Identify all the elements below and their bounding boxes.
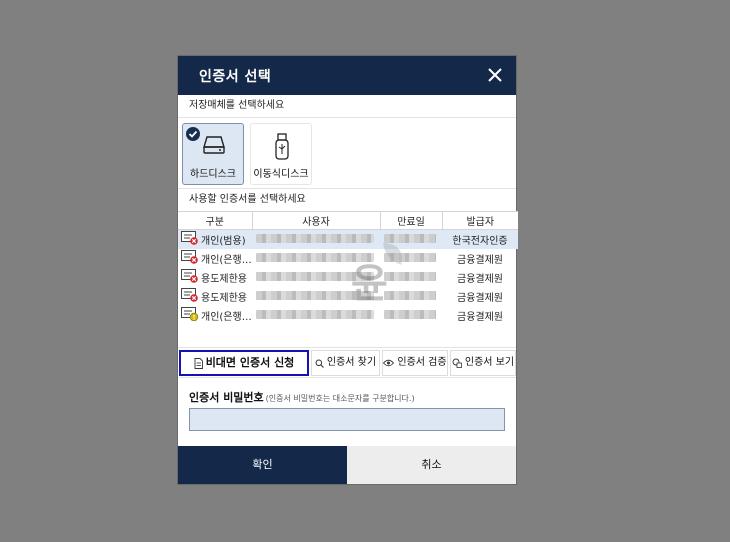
cert-type: 용도제한용 xyxy=(201,292,247,304)
cert-user-redacted xyxy=(252,287,380,306)
media-item-hard-disk[interactable]: 하드디스크 xyxy=(182,123,244,185)
button-label: 비대면 인증서 신청 xyxy=(205,356,295,369)
check-icon xyxy=(186,127,200,141)
cert-type: 개인(은행… xyxy=(201,311,252,323)
certificate-dialog: 인증서 선택 저장매체를 선택하세요 하드디스크 이동식디스크 사용할 인증서를… xyxy=(177,55,518,485)
media-section-label: 저장매체를 선택하세요 xyxy=(189,100,285,111)
cert-error-icon xyxy=(181,287,199,305)
cert-expiry-redacted xyxy=(380,287,442,306)
cert-type: 용도제한용 xyxy=(201,273,247,285)
usb-drive-icon xyxy=(270,133,294,164)
cert-toolbar: 비대면 인증서 신청 인증서 찾기 인증서 검증 인증서 보기 xyxy=(178,348,516,378)
table-row[interactable]: 용도제한용 금융결제원 xyxy=(178,287,518,306)
media-selector: 하드디스크 이동식디스크 xyxy=(178,117,516,189)
cert-expiry-redacted xyxy=(380,229,442,249)
close-icon xyxy=(488,68,502,82)
cert-issuer: 금융결제원 xyxy=(457,311,503,323)
password-hint: (인증서 비밀번호는 대소문자를 구분합니다.) xyxy=(265,394,415,403)
cert-error-icon xyxy=(181,268,199,286)
cert-user-redacted xyxy=(252,306,380,325)
cert-issuer: 금융결제원 xyxy=(457,273,503,285)
media-item-label: 이동식디스크 xyxy=(253,169,309,180)
button-label: 인증서 검증 xyxy=(397,357,447,368)
hard-disk-icon xyxy=(202,133,226,160)
dialog-header: 인증서 선택 xyxy=(178,56,516,95)
button-label: 인증서 보기 xyxy=(464,357,515,368)
cert-user-redacted xyxy=(252,229,380,249)
table-row[interactable]: 개인(은행… 금융결제원 xyxy=(178,306,518,325)
view-cert-button[interactable]: 인증서 보기 xyxy=(450,350,516,376)
view-cert-icon xyxy=(452,358,462,368)
password-input[interactable] xyxy=(189,408,505,431)
cert-list: 구분 사용자 만료일 발급자 개인(범용) 한국전자인증 개인(은행… 금융결제… xyxy=(178,211,518,348)
cert-issuer: 금융결제원 xyxy=(457,292,503,304)
cert-expiry-redacted xyxy=(380,268,442,287)
confirm-button[interactable]: 확인 xyxy=(178,446,347,484)
cert-expiry-redacted xyxy=(380,249,442,268)
find-cert-button[interactable]: 인증서 찾기 xyxy=(311,350,380,376)
column-header-user[interactable]: 사용자 xyxy=(252,211,381,230)
table-row[interactable]: 개인(은행… 금융결제원 xyxy=(178,249,518,268)
cert-type: 개인(은행… xyxy=(201,254,252,266)
cert-expiry-redacted xyxy=(380,306,442,325)
cert-user-redacted xyxy=(252,268,380,287)
media-item-removable-disk[interactable]: 이동식디스크 xyxy=(250,123,312,185)
media-item-label: 하드디스크 xyxy=(190,169,236,180)
cancel-button[interactable]: 취소 xyxy=(347,446,516,484)
button-label: 인증서 찾기 xyxy=(326,357,377,368)
cert-user-redacted xyxy=(252,249,380,268)
search-icon xyxy=(315,359,324,368)
column-header-type[interactable]: 구분 xyxy=(178,211,253,230)
cert-type: 개인(범용) xyxy=(201,235,246,247)
cert-warning-icon xyxy=(181,306,199,324)
verify-cert-button[interactable]: 인증서 검증 xyxy=(382,350,448,376)
cert-error-icon xyxy=(181,249,199,267)
cert-section-label: 사용할 인증서를 선택하세요 xyxy=(189,194,306,205)
close-button[interactable] xyxy=(486,66,504,84)
dialog-title: 인증서 선택 xyxy=(199,69,272,85)
password-label: 인증서 비밀번호 (인증서 비밀번호는 대소문자를 구분합니다.) xyxy=(189,389,415,405)
dialog-footer: 확인 취소 xyxy=(178,446,516,484)
password-label-text: 인증서 비밀번호 xyxy=(189,391,264,404)
table-header: 구분 사용자 만료일 발급자 xyxy=(178,211,518,230)
eye-icon xyxy=(383,359,395,367)
cert-error-icon xyxy=(181,230,199,248)
table-row[interactable]: 개인(범용) 한국전자인증 xyxy=(178,229,518,249)
column-header-issuer[interactable]: 발급자 xyxy=(442,211,518,230)
apply-non-face-to-face-cert-button[interactable]: 비대면 인증서 신청 xyxy=(179,350,309,376)
cert-issuer: 금융결제원 xyxy=(457,254,503,266)
table-row[interactable]: 용도제한용 금융결제원 xyxy=(178,268,518,287)
cert-issuer: 한국전자인증 xyxy=(442,229,518,249)
document-icon xyxy=(194,357,203,369)
column-header-expiry[interactable]: 만료일 xyxy=(380,211,443,230)
cert-table: 구분 사용자 만료일 발급자 개인(범용) 한국전자인증 개인(은행… 금융결제… xyxy=(178,211,518,325)
